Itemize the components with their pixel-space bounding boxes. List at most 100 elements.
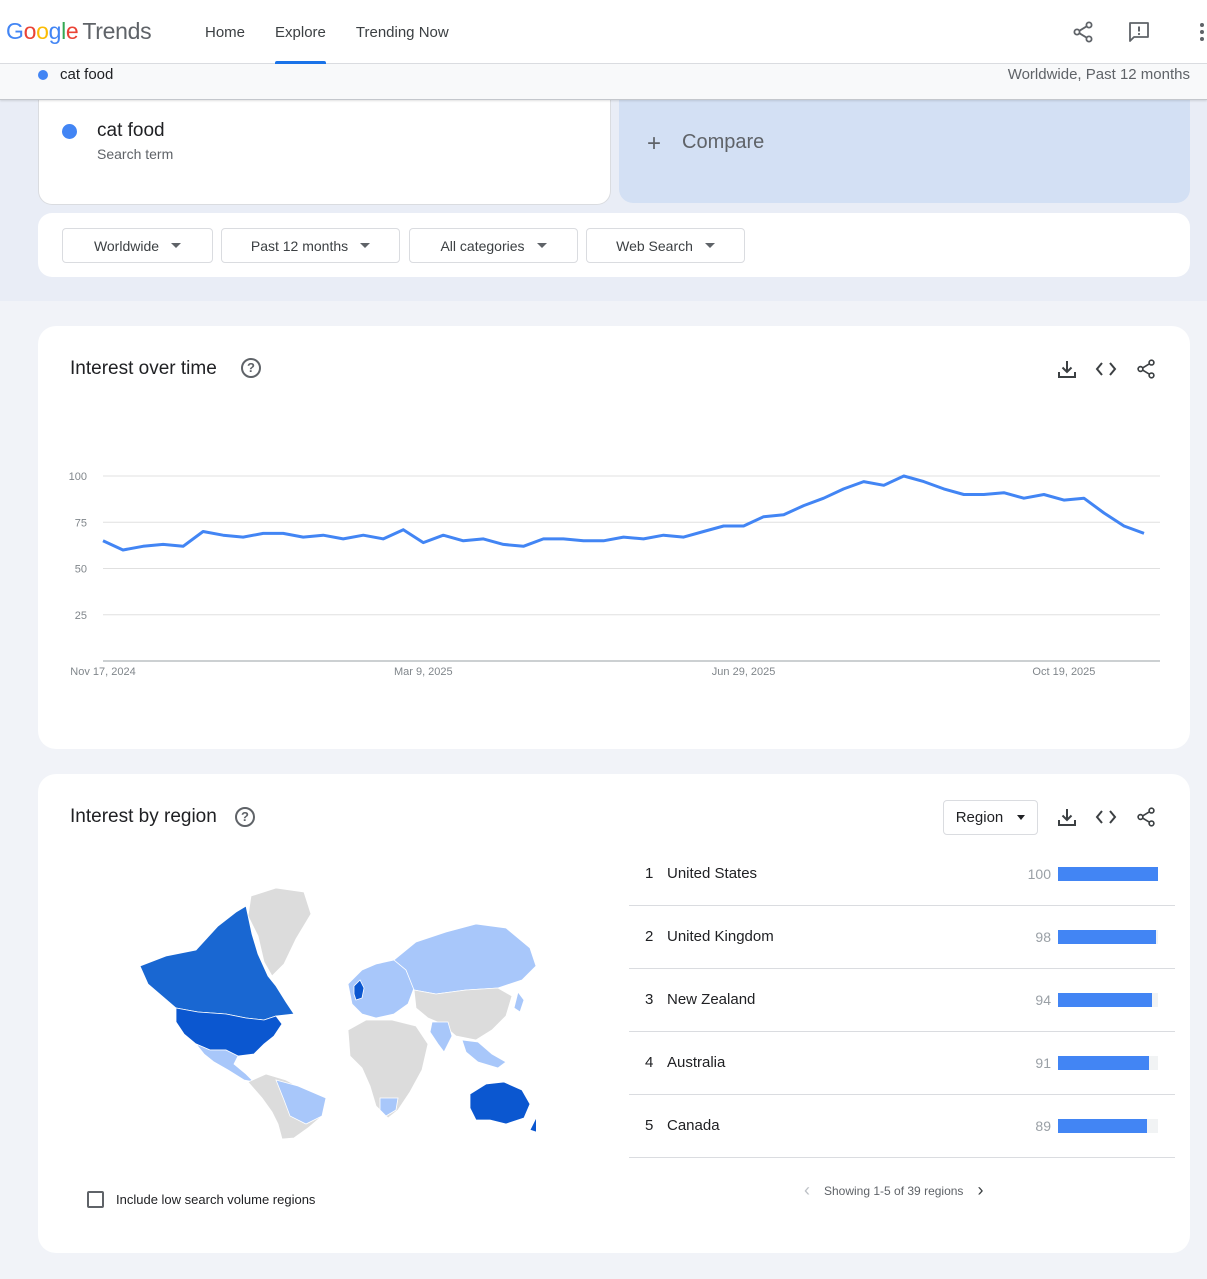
region-bar-fill <box>1058 930 1156 944</box>
y-tick-label: 100 <box>69 471 87 483</box>
help-icon[interactable]: ? <box>235 807 255 827</box>
region-resolution-select[interactable]: Region <box>943 800 1038 835</box>
logo-letter: G <box>6 18 24 44</box>
region-bar-fill <box>1058 993 1152 1007</box>
compare-button[interactable]: + Compare <box>619 100 1190 203</box>
region-rank: 4 <box>645 1054 654 1071</box>
region-value: 98 <box>1035 929 1051 945</box>
map-region-india <box>429 1021 453 1053</box>
x-tick-label: Mar 9, 2025 <box>394 666 453 678</box>
map-region-asia <box>413 987 513 1041</box>
nav-trending-now[interactable]: Trending Now <box>341 0 464 64</box>
region-value: 89 <box>1035 1118 1051 1134</box>
filter-time-label: Past 12 months <box>250 237 349 254</box>
region-row[interactable]: 3 New Zealand 94 <box>629 969 1175 1032</box>
map-region-japan <box>513 991 525 1013</box>
compare-label: Compare <box>682 131 765 153</box>
region-name: United States <box>667 865 758 882</box>
region-bar-track <box>1058 1056 1158 1070</box>
region-row[interactable]: 2 United Kingdom 98 <box>629 906 1175 969</box>
sticky-term-label: cat food <box>60 66 114 83</box>
logo-letter: o <box>23 18 37 44</box>
embed-icon[interactable] <box>1095 806 1117 828</box>
region-rank: 5 <box>645 1117 654 1134</box>
filter-category-label: All categories <box>440 237 525 254</box>
dropdown-caret-icon <box>1017 815 1026 820</box>
chevron-right-icon[interactable]: › <box>977 1180 983 1201</box>
share-icon[interactable] <box>1135 806 1157 828</box>
google-trends-logo[interactable]: Google Trends <box>6 18 152 45</box>
dropdown-caret-icon <box>360 243 371 248</box>
region-name: Canada <box>667 1117 720 1134</box>
interest-line-chart: 25 50 75 100 Nov 17, 2024 Mar 9, 2025 Jun 29, … <box>69 471 1160 678</box>
filter-time-range[interactable]: Past 12 months <box>221 228 400 263</box>
map-region-new-zealand <box>529 1117 536 1133</box>
dropdown-caret-icon <box>171 243 182 248</box>
dropdown-caret-icon <box>536 243 547 248</box>
low-volume-label: Include low search volume regions <box>116 1192 316 1207</box>
logo-letter: e <box>65 18 79 44</box>
region-row[interactable]: 5 Canada 89 <box>629 1095 1175 1158</box>
map-region-southeast-asia <box>461 1039 507 1069</box>
region-name: United Kingdom <box>667 928 774 945</box>
chevron-left-icon[interactable]: ‹ <box>804 1180 810 1201</box>
region-rank: 1 <box>645 865 654 882</box>
logo-trends-word: Trends <box>82 18 152 44</box>
search-term-name: cat food <box>97 120 165 141</box>
more-vert-icon[interactable] <box>1190 20 1207 44</box>
sticky-scope-label: Worldwide, Past 12 months <box>1007 66 1190 83</box>
logo-letter: g <box>48 18 62 44</box>
low-volume-toggle[interactable]: Include low search volume regions <box>87 1191 315 1208</box>
region-name: New Zealand <box>667 991 756 1008</box>
dropdown-caret-icon <box>704 243 715 248</box>
search-term-card[interactable]: cat food Search term <box>38 100 611 205</box>
interest-by-region-card: Interest by region ? Region Include low … <box>38 774 1190 1253</box>
y-tick-label: 50 <box>75 564 87 576</box>
download-icon[interactable] <box>1056 806 1078 828</box>
nav-home[interactable]: Home <box>190 0 260 64</box>
region-bar-fill <box>1058 1119 1147 1133</box>
x-tick-label: Jun 29, 2025 <box>712 666 776 678</box>
region-bar-fill <box>1058 867 1158 881</box>
region-bar-track <box>1058 930 1158 944</box>
filter-search-type[interactable]: Web Search <box>586 228 745 263</box>
region-row[interactable]: 4 Australia 91 <box>629 1032 1175 1095</box>
region-row[interactable]: 1 United States 100 <box>629 843 1175 906</box>
region-value: 100 <box>1027 866 1051 882</box>
sticky-term-bar: cat food Worldwide, Past 12 months <box>0 64 1207 100</box>
region-bar-fill <box>1058 1056 1149 1070</box>
plus-icon: + <box>647 130 662 157</box>
map-region-australia <box>469 1081 531 1125</box>
region-bar-track <box>1058 1119 1158 1133</box>
map-region-russia <box>393 923 536 995</box>
region-pager: ‹ Showing 1-5 of 39 regions › <box>804 1180 983 1201</box>
filter-category[interactable]: All categories <box>409 228 578 263</box>
map-region-south-africa <box>379 1097 399 1117</box>
term-color-dot <box>62 124 77 139</box>
filter-location[interactable]: Worldwide <box>62 228 213 263</box>
y-tick-label: 25 <box>75 610 87 622</box>
region-bar-track <box>1058 867 1158 881</box>
region-value: 91 <box>1035 1055 1051 1071</box>
y-tick-label: 75 <box>75 517 87 529</box>
low-volume-checkbox[interactable] <box>87 1191 104 1208</box>
logo-letter: o <box>36 18 49 44</box>
world-map[interactable] <box>126 884 536 1139</box>
x-tick-label: Oct 19, 2025 <box>1032 666 1095 678</box>
region-name: Australia <box>667 1054 726 1071</box>
share-icon[interactable] <box>1071 20 1095 44</box>
pager-label: Showing 1-5 of 39 regions <box>824 1183 964 1198</box>
nav-explore[interactable]: Explore <box>260 0 341 64</box>
filters-bar: Worldwide Past 12 months All categories … <box>38 213 1190 277</box>
term-color-dot <box>38 70 48 80</box>
interest-over-time-card: Interest over time ? 25 50 75 100 Nov 17, 20… <box>38 326 1190 749</box>
feedback-icon[interactable] <box>1127 20 1151 44</box>
main-nav: Home Explore Trending Now <box>190 0 464 64</box>
region-value: 94 <box>1035 992 1051 1008</box>
region-bar-track <box>1058 993 1158 1007</box>
filter-search-type-label: Web Search <box>616 237 693 254</box>
region-rank: 3 <box>645 991 654 1008</box>
region-select-label: Region <box>955 809 1004 826</box>
x-tick-label: Nov 17, 2024 <box>70 666 135 678</box>
series-line <box>102 474 1145 552</box>
